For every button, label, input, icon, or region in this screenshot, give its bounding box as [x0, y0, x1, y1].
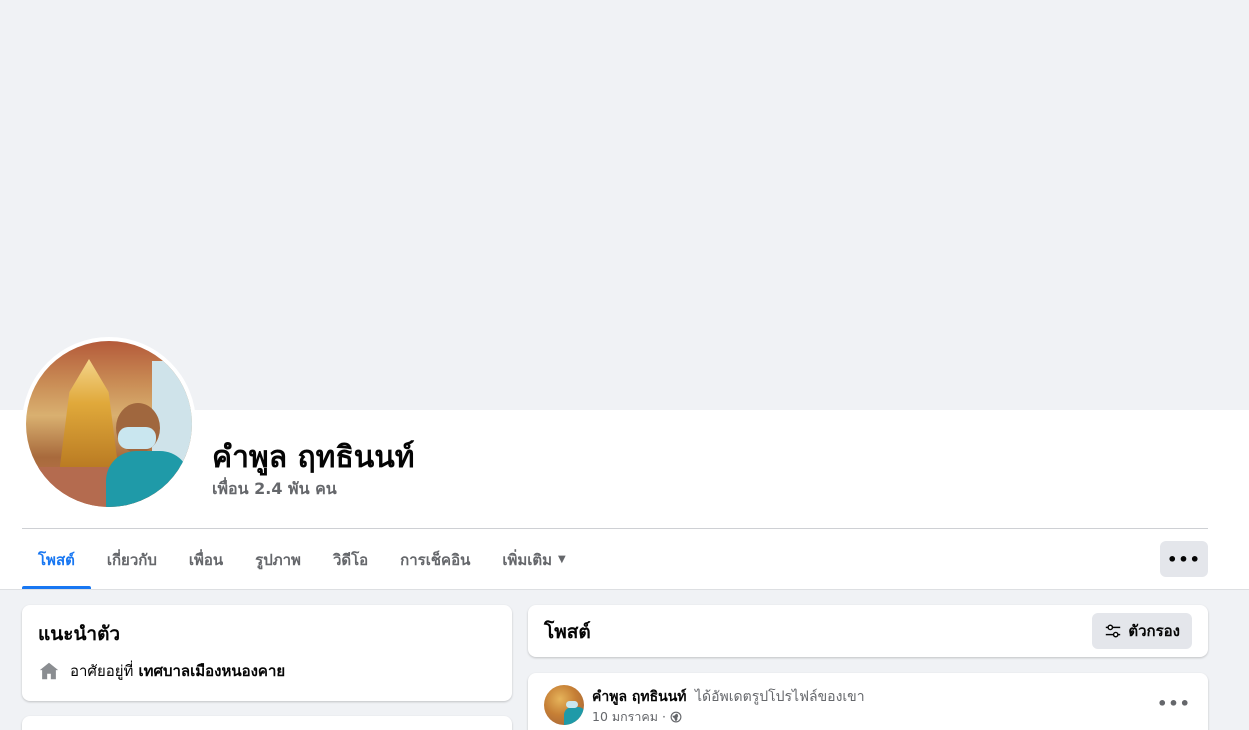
tab-label: โพสต์ [38, 550, 75, 569]
filter-button[interactable]: ตัวกรอง [1092, 613, 1192, 649]
profile-picture[interactable] [22, 337, 196, 511]
posts-title: โพสต์ [544, 621, 591, 643]
profile-name: คำพูล ฤทธินนท์ [212, 440, 415, 475]
tab-about[interactable]: เกี่ยวกับ [91, 530, 173, 589]
filter-label: ตัวกรอง [1128, 622, 1180, 640]
mask-shape [118, 427, 156, 449]
post-author-avatar[interactable] [544, 685, 584, 725]
photos-card [22, 716, 512, 730]
post-meta: 10 มกราคม · [592, 707, 682, 727]
friend-count-link[interactable]: เพื่อน 2.4 พัน คน [212, 477, 337, 502]
post-action-text: ได้อัพเดตรูปโปรไฟล์ของเขา [694, 689, 865, 705]
tab-videos[interactable]: วิดีโอ [317, 530, 384, 589]
header-divider [22, 528, 1208, 529]
profile-tabs: โพสต์ เกี่ยวกับ เพื่อน รูปภาพ วิดีโอ การ… [22, 530, 582, 589]
tab-label: วิดีโอ [332, 550, 369, 569]
post-date-link[interactable]: 10 มกราคม · [592, 707, 666, 727]
tab-posts[interactable]: โพสต์ [22, 530, 91, 589]
tab-label: เพิ่มเติม [502, 550, 553, 569]
tab-more[interactable]: เพิ่มเติม ▼ [486, 530, 581, 589]
tab-label: เกี่ยวกับ [106, 550, 157, 569]
intro-card: แนะนำตัว อาศัยอยู่ที่ เทศบาลเมืองหนองคาย [22, 605, 512, 701]
shirt-shape [106, 451, 190, 507]
tab-label: รูปภาพ [255, 550, 301, 569]
profile-more-button[interactable]: ••• [1160, 541, 1208, 577]
profile-picture-image [26, 341, 192, 507]
tab-label: การเช็คอิน [400, 550, 471, 569]
caret-down-icon: ▼ [558, 554, 566, 565]
tab-checkins[interactable]: การเช็คอิน [384, 530, 486, 589]
tab-friends[interactable]: เพื่อน [173, 530, 239, 589]
post-header: คำพูล ฤทธินนท์ ได้อัพเดตรูปโปรไฟล์ของเขา [592, 686, 865, 708]
intro-lives-in: อาศัยอยู่ที่ เทศบาลเมืองหนองคาย [38, 659, 285, 683]
intro-title: แนะนำตัว [38, 623, 121, 645]
avatar-shirt-shape [564, 707, 584, 725]
filter-icon [1106, 624, 1121, 638]
posts-header-card: โพสต์ ตัวกรอง [528, 605, 1208, 657]
home-icon [39, 662, 59, 680]
post-more-button[interactable]: ••• [1156, 687, 1192, 719]
person-shape [104, 403, 190, 507]
lives-in-place-link[interactable]: เทศบาลเมืองหนองคาย [138, 659, 285, 683]
avatar-mask-shape [566, 701, 578, 708]
post-card: คำพูล ฤทธินนท์ ได้อัพเดตรูปโปรไฟล์ของเขา… [528, 673, 1208, 730]
lives-in-label: อาศัยอยู่ที่ [70, 662, 134, 680]
globe-icon [670, 711, 682, 723]
tab-photos[interactable]: รูปภาพ [239, 530, 317, 589]
post-author-link[interactable]: คำพูล ฤทธินนท์ [592, 689, 687, 705]
tab-label: เพื่อน [188, 550, 224, 569]
cover-photo[interactable] [0, 0, 1240, 410]
